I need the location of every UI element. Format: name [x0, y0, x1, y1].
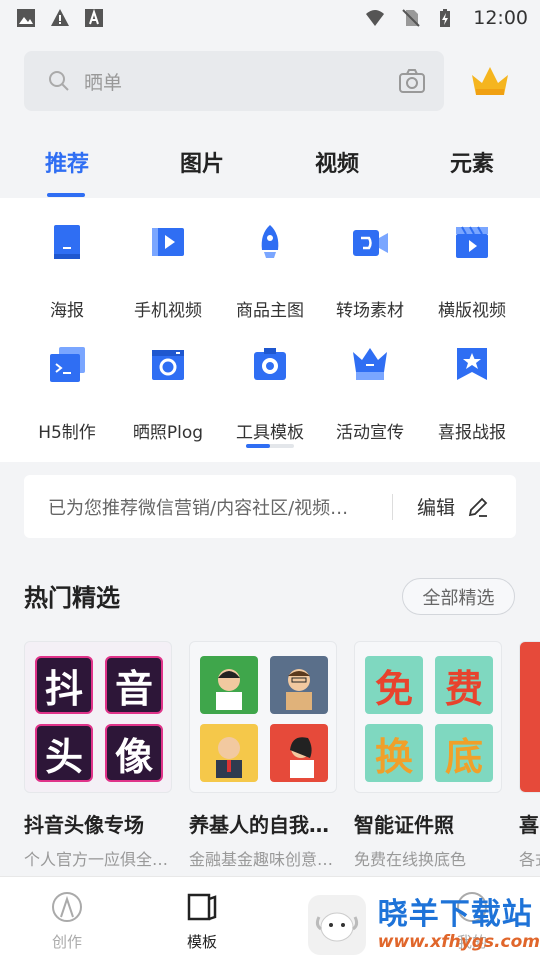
cartoon-avatar	[200, 724, 258, 782]
tab-bar: 推荐 图片 视频 元素	[0, 136, 540, 198]
phone-video-icon	[152, 228, 184, 256]
warning-icon	[51, 9, 69, 26]
cartoon-avatar	[270, 656, 328, 714]
sheep-logo-icon	[308, 895, 366, 955]
category-landscape-video[interactable]: 横版视频	[418, 222, 526, 321]
category-tool-template[interactable]: 工具模板	[216, 344, 324, 443]
tab-recommend[interactable]: 推荐	[45, 146, 89, 178]
search-placeholder: 晒单	[84, 71, 123, 94]
tab-videos[interactable]: 视频	[315, 146, 359, 178]
card-subtitle: 免费在线换底色	[354, 850, 467, 869]
crown-icon	[472, 67, 508, 95]
crown-icon	[353, 348, 387, 380]
a-icon	[85, 8, 103, 27]
card-title: 喜	[519, 813, 539, 837]
category-poster[interactable]: 海报	[13, 222, 121, 321]
wifi-icon	[366, 10, 385, 26]
thumb-tile: 费	[435, 656, 493, 714]
category-h5[interactable]: H5制作	[13, 344, 121, 443]
nav-label: 模板	[186, 933, 217, 951]
card-title: 抖音头像专场	[24, 813, 144, 837]
edit-label: 编辑	[417, 497, 456, 519]
nav-label: 创作	[51, 933, 82, 951]
divider	[392, 493, 393, 520]
poster-icon	[54, 225, 80, 259]
category-panel: 海报 手机视频 商品主图 转场素材 横版视频 H5制作 晒照Plog 工具模板 …	[0, 198, 540, 462]
thumb-tile: 抖	[35, 656, 93, 714]
card-good-news-partial[interactable]: 喜 各式	[519, 641, 540, 870]
edit-button[interactable]: 编辑	[417, 493, 489, 520]
card-thumbnail: 免 费 换 底	[354, 641, 502, 793]
card-subtitle: 各式	[519, 850, 540, 869]
battery-charging-icon	[440, 9, 451, 27]
category-event-promo[interactable]: 活动宣传	[316, 344, 424, 443]
nav-templates[interactable]: 模板	[162, 891, 242, 952]
status-bar: 12:00	[0, 0, 540, 36]
vip-crown-button[interactable]	[468, 59, 512, 103]
card-thumbnail	[519, 641, 540, 793]
card-title: 智能证件照	[354, 813, 454, 837]
clapperboard-icon	[456, 226, 488, 258]
tab-elements[interactable]: 元素	[450, 146, 494, 178]
watermark: 晓羊下载站 www.xfhygs.com	[308, 890, 540, 960]
thumb-tile: 免	[365, 656, 423, 714]
nav-create[interactable]: 创作	[27, 891, 107, 952]
category-transition[interactable]: 转场素材	[316, 222, 424, 321]
watermark-text: 晓羊下载站	[377, 897, 533, 932]
category-photo-plog[interactable]: 晒照Plog	[114, 344, 222, 443]
image-icon	[17, 9, 35, 27]
category-pager	[246, 444, 294, 448]
section-title: 热门精选	[24, 584, 120, 612]
all-picks-button[interactable]: 全部精选	[402, 578, 515, 615]
tab-images[interactable]: 图片	[180, 146, 224, 178]
no-sim-icon	[402, 9, 420, 27]
thumb-tile: 头	[35, 724, 93, 782]
template-icon	[187, 893, 217, 921]
card-thumbnail	[189, 641, 337, 793]
category-pager-thumb	[246, 444, 270, 448]
search-row: 晒单	[24, 51, 520, 111]
thumb-tile: 像	[105, 724, 163, 782]
category-phone-video[interactable]: 手机视频	[114, 222, 222, 321]
card-id-photo[interactable]: 免 费 换 底 智能证件照 免费在线换底色	[354, 641, 502, 870]
recommend-bar: 已为您推荐微信营销/内容社区/视频… 编辑	[24, 475, 516, 538]
category-good-news[interactable]: 喜报战报	[418, 344, 526, 443]
tool-camera-icon	[254, 348, 286, 380]
card-thumbnail: 抖 音 头 像	[24, 641, 172, 793]
transition-camera-icon	[353, 230, 388, 256]
thumb-tile: 换	[365, 724, 423, 782]
h5-terminal-icon	[50, 347, 85, 382]
card-subtitle: 个人官方一应俱全…	[24, 850, 169, 869]
compass-icon	[52, 892, 82, 922]
card-title: 养基人的自我…	[189, 813, 329, 837]
rocket-icon	[261, 225, 279, 258]
card-subtitle: 金融基金趣味创意…	[189, 850, 334, 869]
pencil-icon	[468, 497, 488, 517]
cartoon-avatar	[270, 724, 328, 782]
cartoon-avatar	[200, 656, 258, 714]
thumb-tile: 底	[435, 724, 493, 782]
search-icon	[49, 71, 69, 91]
thumb-tile: 音	[105, 656, 163, 714]
card-douyin-avatar[interactable]: 抖 音 头 像 抖音头像专场 个人官方一应俱全…	[24, 641, 172, 870]
category-product-image[interactable]: 商品主图	[216, 222, 324, 321]
card-fund-investor[interactable]: 养基人的自我… 金融基金趣味创意…	[189, 641, 337, 870]
tab-indicator	[47, 193, 85, 197]
recommend-text: 已为您推荐微信营销/内容社区/视频…	[48, 497, 349, 519]
photo-camera-icon	[152, 350, 184, 380]
star-flag-icon	[457, 348, 487, 380]
status-time: 12:00	[473, 7, 528, 29]
camera-icon[interactable]	[398, 68, 426, 94]
watermark-url: www.xfhygs.com	[377, 932, 540, 952]
search-input[interactable]: 晒单	[24, 51, 444, 111]
